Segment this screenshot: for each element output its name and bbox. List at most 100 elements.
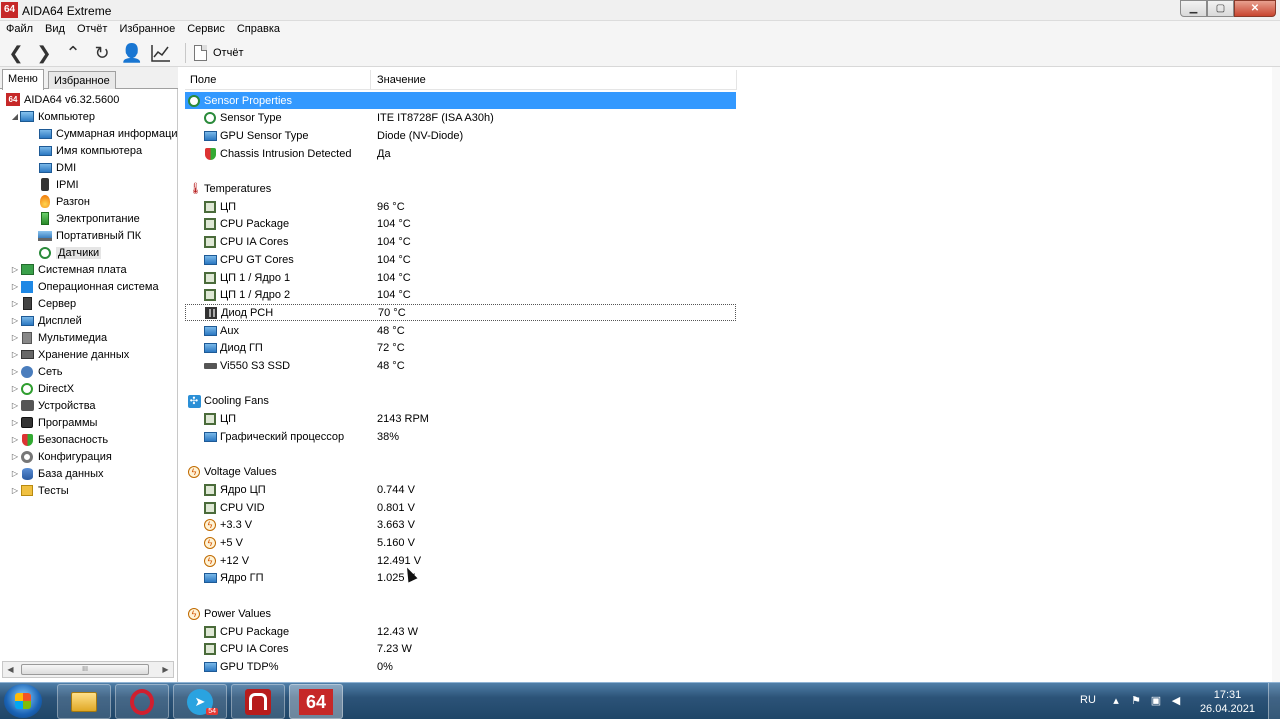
tree-item[interactable]: ▷ Хранение данных	[10, 346, 129, 363]
tree-item[interactable]: Имя компьютера	[28, 142, 142, 159]
column-header-field[interactable]: Поле	[185, 70, 371, 90]
show-desktop-button[interactable]	[1268, 683, 1280, 719]
sensor-section[interactable]: ϟ Voltage Values	[185, 464, 736, 481]
tree-item[interactable]: DMI	[28, 159, 76, 176]
network-tray-icon[interactable]: ▣	[1150, 695, 1162, 707]
menu-view[interactable]: Вид	[39, 21, 71, 39]
scroll-thumb[interactable]: III	[21, 664, 149, 675]
column-header-value[interactable]: Значение	[371, 70, 737, 90]
clock[interactable]: 17:31 26.04.2021	[1200, 688, 1255, 716]
taskbar-telegram[interactable]: ➤ 54	[173, 684, 227, 719]
taskbar-red-app[interactable]	[231, 684, 285, 719]
expander-icon[interactable]: ▷	[10, 367, 20, 376]
expander-icon[interactable]: ▷	[10, 333, 20, 342]
sensor-row[interactable]: ЦП 1 / Ядро 1 104 °C	[185, 269, 736, 286]
minimize-button[interactable]: ▁	[1180, 0, 1207, 17]
sensor-section[interactable]: 🌡 Temperatures	[185, 181, 736, 198]
tree-item[interactable]: ▷ Дисплей	[10, 312, 82, 329]
sensor-row[interactable]: GPU Sensor Type Diode (NV-Diode)	[185, 127, 736, 144]
flag-warning-icon[interactable]: ⚑	[1130, 695, 1142, 707]
sensor-row[interactable]: ϟ +3.3 V 3.663 V	[185, 517, 736, 534]
tree-item[interactable]: ▷ Программы	[10, 414, 98, 431]
right-scrollbar[interactable]	[1272, 67, 1280, 682]
expander-icon[interactable]: ▷	[10, 418, 20, 427]
user-button[interactable]: 👤	[121, 42, 143, 64]
forward-button[interactable]: ❯	[33, 42, 55, 64]
sensor-row[interactable]: Диод ГП 72 °C	[185, 340, 736, 357]
sensor-section[interactable]: ϟ Power Values	[185, 605, 736, 622]
sensor-row[interactable]: CPU Package 104 °C	[185, 216, 736, 233]
sensor-section[interactable]: ✣ Cooling Fans	[185, 393, 736, 410]
close-button[interactable]: ✕	[1234, 0, 1276, 17]
sensor-row[interactable]: Aux 48 °C	[185, 322, 736, 339]
sensor-row[interactable]: ЦП 1 / Ядро 2 104 °C	[185, 287, 736, 304]
up-button[interactable]: ⌃	[62, 42, 84, 64]
tree-item[interactable]: ▷ Безопасность	[10, 431, 108, 448]
refresh-button[interactable]: ↻	[91, 42, 113, 64]
sensor-row[interactable]: Sensor Type ITE IT8728F (ISA A30h)	[185, 110, 736, 127]
tree-item[interactable]: Суммарная информация	[28, 125, 177, 142]
tree-item[interactable]: Электропитание	[28, 210, 140, 227]
tree-item[interactable]: ▷ Сеть	[10, 363, 62, 380]
sensor-row[interactable]: Ядро ЦП 0.744 V	[185, 481, 736, 498]
sensor-row[interactable]: Chassis Intrusion Detected Да	[185, 145, 736, 162]
tree-item[interactable]: ▷ DirectX	[10, 380, 74, 397]
back-button[interactable]: ❮	[5, 42, 27, 64]
sensor-row[interactable]: CPU VID 0.801 V	[185, 499, 736, 516]
tree-item[interactable]: ▷ Устройства	[10, 397, 96, 414]
menu-file[interactable]: Файл	[0, 21, 39, 39]
tree-item[interactable]: Датчики	[28, 244, 102, 261]
sensor-row[interactable]: ЦП 2143 RPM	[185, 411, 736, 428]
tree-item[interactable]: ▷ Мультимедиа	[10, 329, 107, 346]
tab-menu[interactable]: Меню	[2, 69, 44, 90]
expander-icon[interactable]: ▷	[10, 384, 20, 393]
chart-button[interactable]	[150, 42, 172, 64]
menu-tools[interactable]: Сервис	[181, 21, 231, 39]
sensor-row[interactable]: ϟ +5 V 5.160 V	[185, 535, 736, 552]
tree-item[interactable]: 64 AIDA64 v6.32.5600	[6, 91, 119, 108]
expander-icon[interactable]: ▷	[10, 452, 20, 461]
expander-icon[interactable]: ▷	[10, 401, 20, 410]
sensor-row[interactable]: Диод PCH 70 °C	[185, 304, 736, 322]
menu-report[interactable]: Отчёт	[71, 21, 113, 39]
scroll-right-icon[interactable]: ▶	[158, 662, 173, 677]
taskbar-explorer[interactable]	[57, 684, 111, 719]
expander-icon[interactable]: ▷	[10, 316, 20, 325]
sensor-row[interactable]: Vi550 S3 SSD 48 °C	[185, 358, 736, 375]
tree-item[interactable]: ▷ Конфигурация	[10, 448, 112, 465]
expander-icon[interactable]: ▷	[10, 469, 20, 478]
expander-icon[interactable]: ▷	[10, 265, 20, 274]
sensor-section[interactable]: Sensor Properties	[185, 92, 736, 109]
taskbar-aida64[interactable]: 64	[289, 684, 343, 719]
sensor-row[interactable]: ϟ +12 V 12.491 V	[185, 552, 736, 569]
sensor-row[interactable]: GPU TDP% 0%	[185, 658, 736, 675]
expander-icon[interactable]: ▷	[10, 435, 20, 444]
menu-favorites[interactable]: Избранное	[113, 21, 181, 39]
tree-item[interactable]: ▷ Тесты	[10, 482, 69, 499]
tree-item[interactable]: IPMI	[28, 176, 79, 193]
maximize-button[interactable]: ▢	[1207, 0, 1234, 17]
expander-icon[interactable]: ▷	[10, 299, 20, 308]
scroll-left-icon[interactable]: ◀	[3, 662, 18, 677]
report-button[interactable]: Отчёт	[194, 43, 243, 63]
language-indicator[interactable]: RU	[1080, 694, 1096, 706]
sensor-row[interactable]: Графический процессор 38%	[185, 428, 736, 445]
tree-item[interactable]: ▷ Операционная система	[10, 278, 159, 295]
sensor-row[interactable]: CPU IA Cores 7.23 W	[185, 641, 736, 658]
tree-item[interactable]: ▷ База данных	[10, 465, 104, 482]
expander-icon[interactable]: ▷	[10, 282, 20, 291]
expander-icon[interactable]: ◢	[10, 112, 20, 121]
tree-item[interactable]: ▷ Системная плата	[10, 261, 127, 278]
sensor-row[interactable]: CPU GT Cores 104 °C	[185, 251, 736, 268]
tab-favorites[interactable]: Избранное	[48, 71, 116, 89]
sensor-row[interactable]: Ядро ГП 1.025 V	[185, 570, 736, 587]
taskbar-opera[interactable]	[115, 684, 169, 719]
tree-item[interactable]: ◢ Компьютер	[10, 108, 95, 125]
left-horizontal-scrollbar[interactable]: ◀ III ▶	[2, 661, 174, 678]
tree-item[interactable]: ▷ Сервер	[10, 295, 76, 312]
tray-arrow-icon[interactable]: ▴	[1110, 695, 1122, 707]
sensor-row[interactable]: CPU Package 12.43 W	[185, 623, 736, 640]
tree-item[interactable]: Портативный ПК	[28, 227, 141, 244]
expander-icon[interactable]: ▷	[10, 350, 20, 359]
volume-icon[interactable]: ◀	[1170, 695, 1182, 707]
